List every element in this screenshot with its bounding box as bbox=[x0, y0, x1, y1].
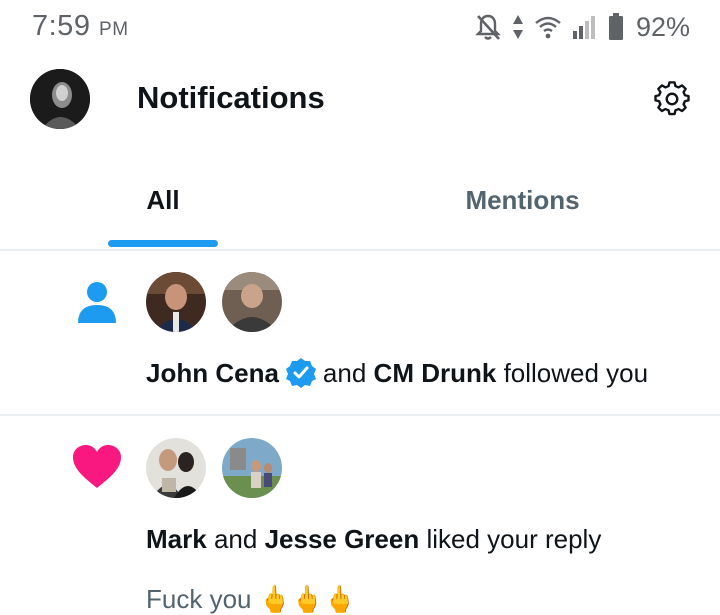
avatar-john-cena[interactable] bbox=[146, 272, 206, 332]
status-time-ampm: PM bbox=[99, 19, 129, 40]
app-header: Notifications bbox=[0, 62, 720, 134]
status-icons: 92% bbox=[474, 10, 690, 44]
action-text: liked your reply bbox=[426, 524, 602, 554]
tab-mentions-label: Mentions bbox=[465, 185, 580, 215]
notification-text: Mark and Jesse Green liked your reply bbox=[146, 524, 601, 555]
heart-icon bbox=[73, 445, 121, 488]
tab-all-label: All bbox=[146, 185, 180, 215]
liker-avatars bbox=[146, 438, 282, 498]
status-bar: 7:59 PM 92% bbox=[0, 0, 720, 56]
tab-bar: All Mentions bbox=[0, 165, 720, 251]
person-icon bbox=[78, 282, 116, 323]
avatar[interactable] bbox=[30, 69, 90, 129]
user-name[interactable]: Mark bbox=[146, 524, 207, 555]
user-name[interactable]: John Cena bbox=[146, 358, 279, 389]
avatar-image bbox=[30, 69, 90, 129]
notification-follow[interactable]: John Cena and CM Drunk followed you bbox=[0, 251, 720, 416]
status-time: 7:59 PM bbox=[32, 10, 129, 43]
verified-badge-icon bbox=[285, 358, 316, 388]
user-name[interactable]: Jesse Green bbox=[265, 524, 420, 555]
avatar-image bbox=[146, 272, 206, 332]
reply-preview-text: Fuck you 🖕🖕🖕 bbox=[146, 584, 356, 614]
status-time-value: 7:59 bbox=[32, 10, 91, 42]
tab-selected-indicator bbox=[108, 240, 218, 247]
data-arrows-icon bbox=[512, 15, 523, 39]
battery-percentage: 92% bbox=[635, 11, 690, 42]
notification-text: John Cena and CM Drunk followed you bbox=[146, 357, 648, 389]
page-title: Notifications bbox=[137, 80, 325, 115]
avatar-mark[interactable] bbox=[146, 438, 206, 498]
tab-mentions[interactable]: Mentions bbox=[380, 165, 665, 247]
signal-icon bbox=[572, 16, 595, 39]
avatar-image bbox=[222, 438, 282, 498]
follower-avatars bbox=[146, 272, 282, 332]
user-name[interactable]: CM Drunk bbox=[374, 358, 497, 389]
avatar-jesse-green[interactable] bbox=[222, 438, 282, 498]
battery-icon bbox=[608, 13, 623, 40]
connector-text: and bbox=[213, 524, 258, 554]
avatar-image bbox=[222, 272, 282, 332]
gear-icon[interactable] bbox=[654, 81, 690, 117]
avatar-cm-drunk[interactable] bbox=[222, 272, 282, 332]
wifi-icon bbox=[535, 16, 561, 39]
connector-text: and bbox=[322, 357, 367, 388]
avatar-image bbox=[146, 438, 206, 498]
notification-like[interactable]: Mark and Jesse Green liked your reply Fu… bbox=[0, 416, 720, 614]
action-text: followed you bbox=[503, 357, 649, 388]
tab-all[interactable]: All bbox=[108, 165, 218, 247]
bell-muted-icon bbox=[475, 14, 501, 40]
